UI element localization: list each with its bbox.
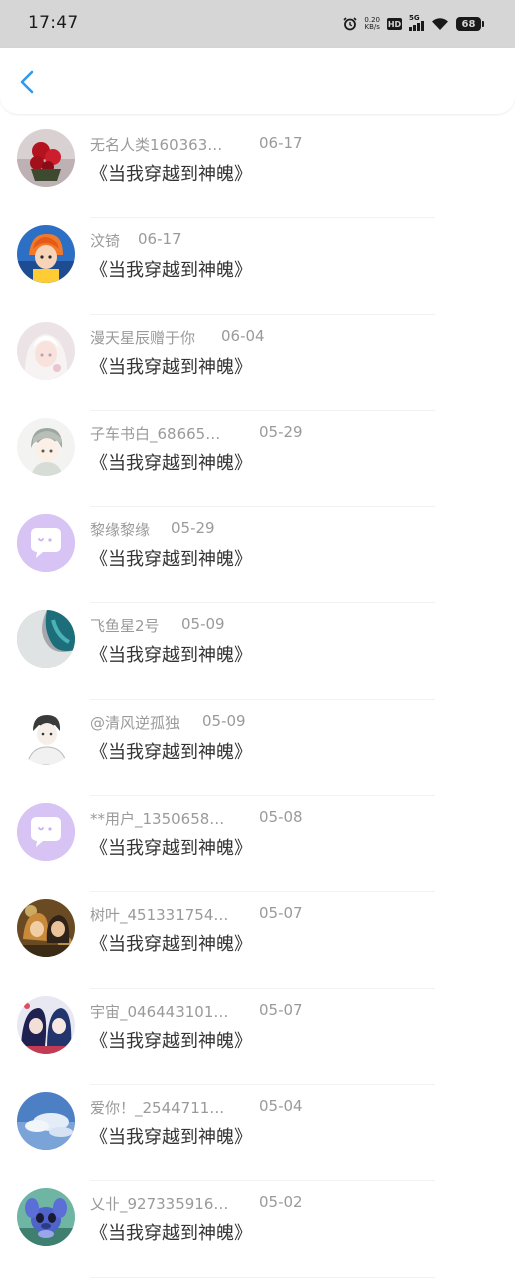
comment-meta: 汶锜 06-17: [90, 230, 182, 251]
comment-text: 《当我穿越到神魄》: [90, 1126, 252, 1148]
avatar[interactable]: [17, 899, 75, 958]
comment-date: 05-09: [181, 615, 225, 634]
comment-text: 《当我穿越到神魄》: [90, 645, 252, 667]
comment-item[interactable]: **用户_1350658… 05-08 《当我穿越到神魄》: [0, 796, 515, 893]
username[interactable]: **用户_1350658…: [90, 808, 224, 829]
comment-meta: 宇宙_046443101… 05-07: [90, 1001, 303, 1022]
comment-meta: 漫天星辰赠于你 06-04: [90, 327, 265, 348]
avatar[interactable]: [17, 610, 75, 669]
comment-meta: 黎缘黎缘 05-29: [90, 519, 215, 540]
comment-date: 06-17: [138, 230, 182, 249]
comment-date: 05-07: [259, 1000, 303, 1019]
username[interactable]: 黎缘黎缘: [90, 519, 150, 540]
comment-date: 06-17: [259, 134, 303, 152]
comment-text: 《当我穿越到神魄》: [90, 838, 252, 860]
comment-item[interactable]: 乂卝_927335916… 05-02 《当我穿越到神魄》: [0, 1181, 515, 1278]
comment-item[interactable]: 宇宙_046443101… 05-07 《当我穿越到神魄》: [0, 989, 515, 1085]
username[interactable]: 宇宙_046443101…: [90, 1001, 228, 1022]
status-time: 17:47: [28, 13, 79, 33]
comment-item[interactable]: 子车书白_68665… 05-29 《当我穿越到神魄》: [0, 411, 515, 508]
comment-list: 无名人类160363… 06-17 《当我穿越到神魄》 汶锜 06-17 《当我穿越到神魄…: [0, 122, 515, 1278]
username[interactable]: 飞鱼星2号: [90, 615, 160, 636]
comment-item[interactable]: 漫天星辰赠于你 06-04 《当我穿越到神魄》: [0, 315, 515, 411]
avatar[interactable]: [17, 1188, 75, 1247]
net-speed-unit: KB/s: [364, 23, 380, 31]
divider: [90, 1276, 435, 1278]
username[interactable]: @清风逆孤独: [90, 712, 180, 733]
comment-meta: 乂卝_927335916… 05-02: [90, 1193, 303, 1214]
chevron-left-icon: [20, 70, 34, 94]
comment-item[interactable]: 无名人类160363… 06-17 《当我穿越到神魄》: [0, 122, 515, 219]
comment-text: 《当我穿越到神魄》: [90, 452, 252, 474]
wifi-icon: [431, 17, 449, 31]
username[interactable]: 子车书白_68665…: [90, 423, 220, 444]
comment-item[interactable]: 黎缘黎缘 05-29 《当我穿越到神魄》: [0, 507, 515, 604]
comment-item[interactable]: 树叶_451331754… 05-07 《当我穿越到神魄》: [0, 892, 515, 989]
avatar[interactable]: [17, 129, 75, 187]
network-type: 5G: [409, 14, 420, 22]
avatar[interactable]: [17, 417, 75, 476]
username[interactable]: 乂卝_927335916…: [90, 1193, 228, 1214]
net-speed: 0.20 KB/s: [364, 17, 380, 31]
hd-badge: HD: [387, 18, 402, 30]
comment-meta: 飞鱼星2号 05-09: [90, 615, 225, 636]
avatar[interactable]: [17, 514, 75, 573]
comment-meta: 树叶_451331754… 05-07: [90, 904, 303, 925]
avatar[interactable]: [17, 706, 75, 765]
comment-meta: 爱你！_2544711… 05-04: [90, 1097, 303, 1118]
comment-date: 05-29: [171, 519, 215, 538]
top-nav-bar: [0, 48, 515, 114]
avatar[interactable]: [17, 995, 75, 1054]
comment-meta: 无名人类160363… 06-17: [90, 134, 303, 155]
comment-meta: **用户_1350658… 05-08: [90, 808, 303, 829]
comment-date: 05-07: [259, 904, 303, 923]
status-bar: 17:47 0.20 KB/s HD 5G 68: [0, 0, 515, 48]
comment-meta: @清风逆孤独 05-09: [90, 712, 246, 733]
avatar[interactable]: [17, 1091, 75, 1150]
status-icons: 0.20 KB/s HD 5G 68: [343, 14, 484, 34]
username[interactable]: 爱你！_2544711…: [90, 1097, 224, 1118]
comment-item[interactable]: @清风逆孤独 05-09 《当我穿越到神魄》: [0, 700, 515, 797]
username[interactable]: 汶锜: [90, 230, 120, 251]
comment-text: 《当我穿越到神魄》: [90, 356, 252, 378]
username[interactable]: 无名人类160363…: [90, 134, 222, 155]
comment-text: 《当我穿越到神魄》: [90, 1223, 252, 1245]
comment-item[interactable]: 爱你！_2544711… 05-04 《当我穿越到神魄》: [0, 1085, 515, 1182]
comment-item[interactable]: 汶锜 06-17 《当我穿越到神魄》: [0, 218, 515, 315]
alarm-icon: [343, 17, 357, 31]
comment-text: 《当我穿越到神魄》: [90, 1030, 252, 1052]
comment-text: 《当我穿越到神魄》: [90, 934, 252, 956]
avatar[interactable]: [17, 321, 75, 380]
signal-icon: 5G: [409, 14, 424, 31]
username[interactable]: 树叶_451331754…: [90, 904, 228, 925]
comment-date: 05-09: [202, 711, 246, 730]
avatar[interactable]: [17, 803, 75, 862]
comment-text: 《当我穿越到神魄》: [90, 164, 252, 185]
comment-date: 05-29: [259, 422, 303, 441]
battery-indicator: 68: [456, 17, 484, 31]
comment-text: 《当我穿越到神魄》: [90, 741, 252, 763]
comment-item[interactable]: 飞鱼星2号 05-09 《当我穿越到神魄》: [0, 603, 515, 700]
comment-date: 05-02: [259, 1193, 303, 1212]
username[interactable]: 漫天星辰赠于你: [90, 327, 195, 348]
comment-text: 《当我穿越到神魄》: [90, 260, 252, 282]
comment-date: 05-04: [259, 1096, 303, 1115]
comment-date: 05-08: [259, 808, 303, 827]
avatar[interactable]: [17, 225, 75, 284]
back-button[interactable]: [14, 68, 42, 96]
comment-meta: 子车书白_68665… 05-29: [90, 423, 303, 444]
comment-text: 《当我穿越到神魄》: [90, 549, 252, 571]
comment-date: 06-04: [221, 326, 265, 345]
